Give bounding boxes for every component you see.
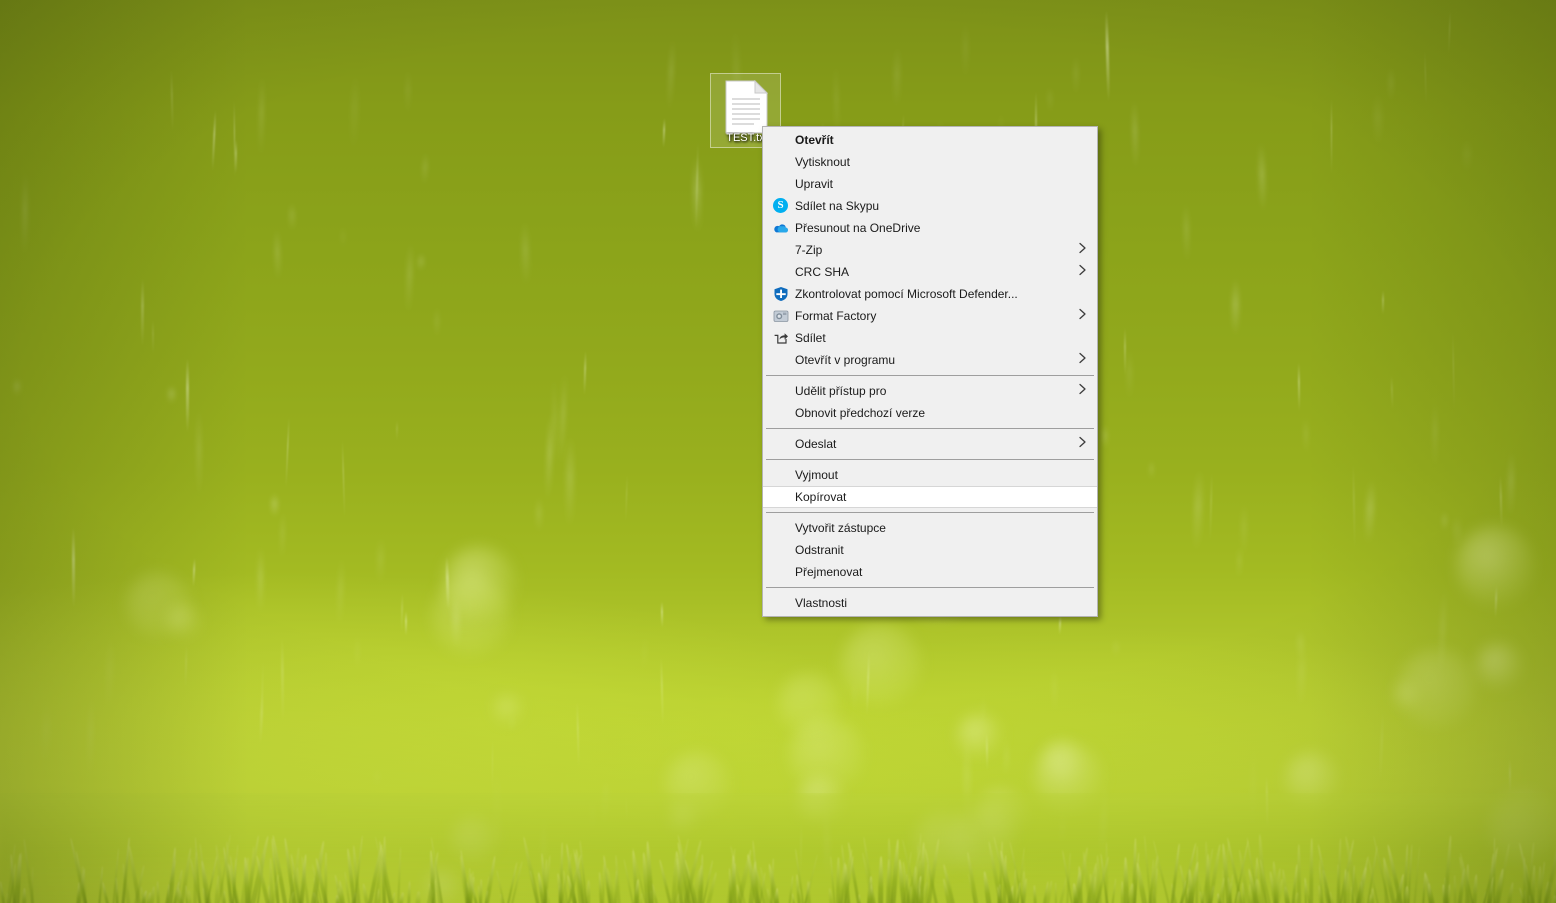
menu-item-label: Otevřít v programu xyxy=(795,353,896,367)
menu-separator xyxy=(766,459,1094,460)
menu-separator xyxy=(766,375,1094,376)
desktop[interactable]: TEST.tx Otevřít Vytisknout Upravit S Sdílet … xyxy=(0,0,1556,903)
menu-item-7zip[interactable]: 7-Zip xyxy=(763,239,1097,261)
chevron-right-icon xyxy=(1078,305,1087,327)
menu-separator xyxy=(766,587,1094,588)
menu-item-label: Vytvořit zástupce xyxy=(795,521,886,535)
menu-separator xyxy=(766,428,1094,429)
menu-item-crc-sha[interactable]: CRC SHA xyxy=(763,261,1097,283)
menu-item-vlastnosti[interactable]: Vlastnosti xyxy=(763,592,1097,614)
menu-item-zkontrolovat-pomocí-microsoft-defender[interactable]: Zkontrolovat pomocí Microsoft Defender..… xyxy=(763,283,1097,305)
menu-item-upravit[interactable]: Upravit xyxy=(763,173,1097,195)
chevron-right-icon xyxy=(1078,239,1087,261)
menu-item-label: Odeslat xyxy=(795,437,837,451)
menu-item-label: Otevřít xyxy=(795,133,834,147)
text-file-icon xyxy=(724,79,768,139)
format-factory-icon xyxy=(773,308,789,324)
menu-item-label: Odstranit xyxy=(795,543,844,557)
menu-item-kopírovat[interactable]: Kopírovat xyxy=(763,486,1097,508)
menu-item-udělit-přístup-pro[interactable]: Udělit přístup pro xyxy=(763,380,1097,402)
chevron-right-icon xyxy=(1078,380,1087,402)
menu-item-label: Format Factory xyxy=(795,309,877,323)
chevron-right-icon xyxy=(1078,433,1087,455)
menu-item-label: CRC SHA xyxy=(795,265,850,279)
menu-item-label: Udělit přístup pro xyxy=(795,384,887,398)
menu-item-label: Kopírovat xyxy=(795,490,847,504)
menu-item-label: Obnovit předchozí verze xyxy=(795,406,926,420)
share-icon xyxy=(773,330,789,346)
menu-item-odeslat[interactable]: Odeslat xyxy=(763,433,1097,455)
menu-item-label: Vyjmout xyxy=(795,468,838,482)
menu-item-otevřít-v-programu[interactable]: Otevřít v programu xyxy=(763,349,1097,371)
menu-item-label: Upravit xyxy=(795,177,834,191)
menu-item-přesunout-na-onedrive[interactable]: Přesunout na OneDrive xyxy=(763,217,1097,239)
menu-item-vytvořit-zástupce[interactable]: Vytvořit zástupce xyxy=(763,517,1097,539)
menu-item-label: Vlastnosti xyxy=(795,596,848,610)
menu-item-sdílet-na-skypu[interactable]: S Sdílet na Skypu xyxy=(763,195,1097,217)
defender-shield-icon xyxy=(773,286,789,302)
menu-item-label: Sdílet na Skypu xyxy=(795,199,880,213)
menu-item-přejmenovat[interactable]: Přejmenovat xyxy=(763,561,1097,583)
onedrive-cloud-icon xyxy=(773,220,789,236)
context-menu[interactable]: Otevřít Vytisknout Upravit S Sdílet na Skypu… xyxy=(762,126,1098,617)
menu-item-label: Přesunout na OneDrive xyxy=(795,221,921,235)
menu-item-label: Přejmenovat xyxy=(795,565,863,579)
menu-item-label: Vytisknout xyxy=(795,155,850,169)
menu-item-label: 7-Zip xyxy=(795,243,823,257)
chevron-right-icon xyxy=(1078,349,1087,371)
chevron-right-icon xyxy=(1078,261,1087,283)
menu-item-obnovit-předchozí-verze[interactable]: Obnovit předchozí verze xyxy=(763,402,1097,424)
menu-separator xyxy=(766,512,1094,513)
menu-item-label: Zkontrolovat pomocí Microsoft Defender..… xyxy=(795,287,1018,301)
menu-item-odstranit[interactable]: Odstranit xyxy=(763,539,1097,561)
menu-item-otevřít[interactable]: Otevřít xyxy=(763,129,1097,151)
skype-icon: S xyxy=(773,198,789,214)
menu-item-label: Sdílet xyxy=(795,331,826,345)
menu-item-vyjmout[interactable]: Vyjmout xyxy=(763,464,1097,486)
menu-item-format-factory[interactable]: Format Factory xyxy=(763,305,1097,327)
menu-item-sdílet[interactable]: Sdílet xyxy=(763,327,1097,349)
menu-item-vytisknout[interactable]: Vytisknout xyxy=(763,151,1097,173)
